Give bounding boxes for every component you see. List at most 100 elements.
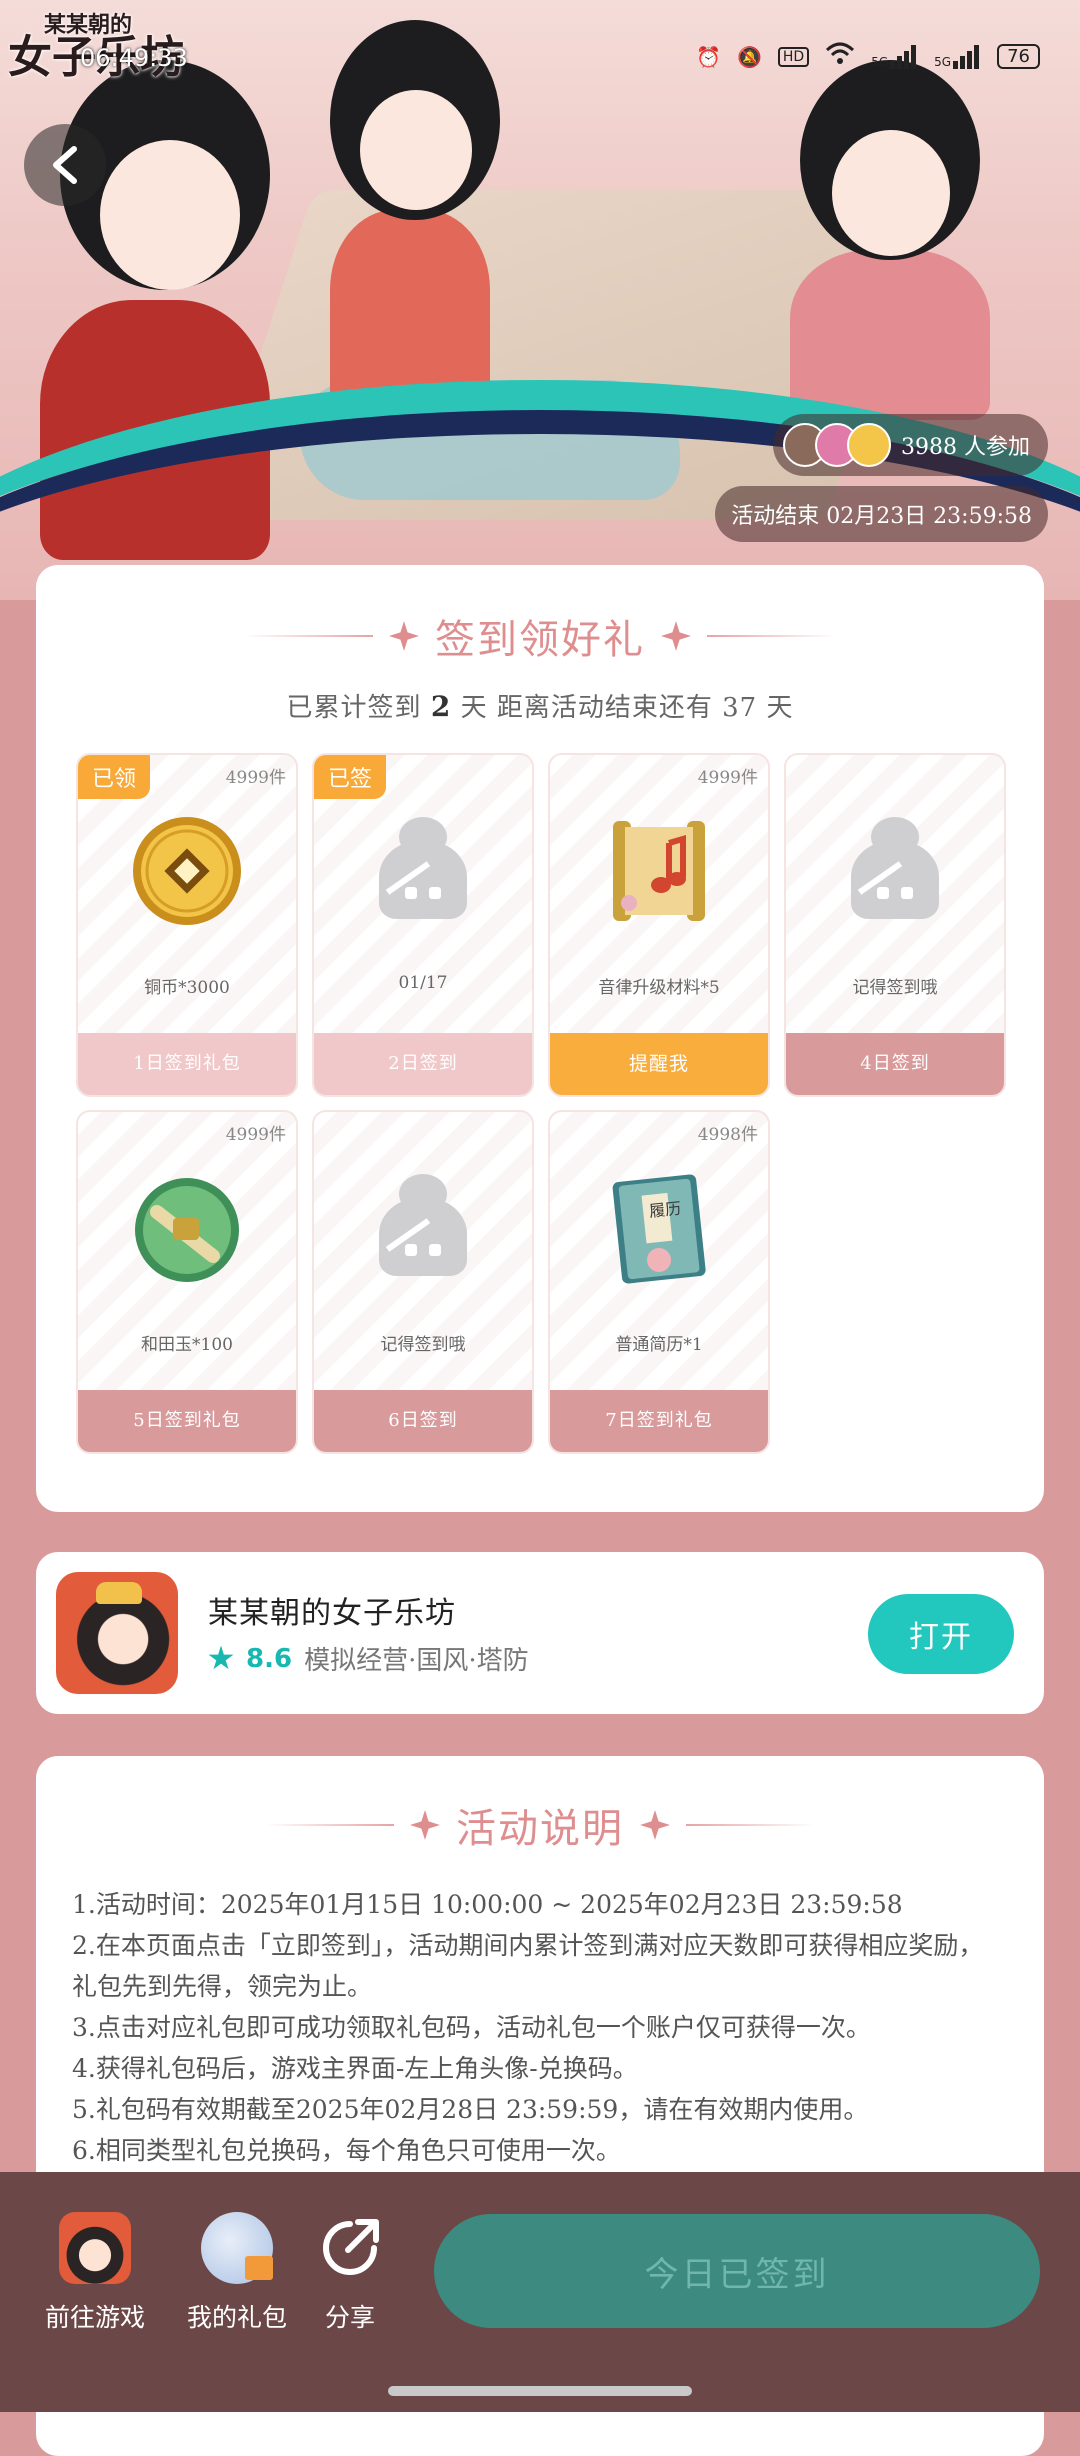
reward-button[interactable]: 5日签到礼包 — [78, 1390, 296, 1452]
open-game-button[interactable]: 打开 — [868, 1594, 1014, 1674]
hero-character-middle — [330, 20, 500, 230]
copper-coin-icon — [127, 811, 247, 931]
reward-name: 铜币*3000 — [144, 978, 230, 998]
rule-item: 3.点击对应礼包即可成功领取礼包码，活动礼包一个账户仅可获得一次。 — [72, 2013, 871, 2042]
reward-name: 01/17 — [398, 973, 448, 993]
mute-icon: 🔕 — [737, 44, 762, 69]
resume-label: 履历 — [648, 1199, 682, 1221]
game-avatar-icon — [59, 2212, 131, 2284]
hero-banner: 某某朝的 女子乐坊 06:49:33 ⏰ 🔕 HD 5G 5G 76 3988 … — [0, 0, 1080, 600]
participants-count: 3988 人参加 — [901, 435, 1030, 460]
game-tags: 模拟经营·国风·塔防 — [304, 1646, 529, 1676]
title-divider-left — [264, 1824, 394, 1826]
placeholder-figure-icon — [363, 1168, 483, 1288]
reward-stock: 4999件 — [225, 768, 286, 788]
music-scroll-icon — [599, 811, 719, 931]
signed-badge: 已签 — [314, 755, 387, 799]
reward-button[interactable]: 2日签到 — [314, 1033, 532, 1095]
signal-5g-icon: 5G — [934, 44, 981, 69]
my-gifts-label: 我的礼包 — [186, 2303, 287, 2332]
description-title: 活动说明 — [456, 1806, 624, 1852]
reward-day-2[interactable]: 已签 01/17 2日签到 — [312, 753, 534, 1097]
battery-indicator: 76 — [997, 44, 1040, 69]
reward-name: 记得签到哦 — [852, 978, 938, 998]
reward-day-3[interactable]: 4999件 音律升级材料*5 提醒我 — [548, 753, 770, 1097]
summary-remaining: 天 距离活动结束还有 37 天 — [460, 693, 794, 723]
reward-stock: 4998件 — [697, 1125, 758, 1145]
hero-character-robe — [330, 210, 490, 410]
signed-today-button[interactable]: 今日已签到 — [434, 2214, 1040, 2328]
rule-item: 5.礼包码有效期截至2025年02月28日 23:59:59，请在有效期内使用。 — [72, 2095, 869, 2124]
my-gifts-tab[interactable]: 我的礼包 — [172, 2212, 302, 2334]
signin-summary: 已累计签到 2 天 距离活动结束还有 37 天 — [36, 687, 1044, 724]
status-time: 06:49:33 — [80, 44, 188, 72]
resume-book-icon: 履历 — [599, 1168, 719, 1288]
hero-character-right — [800, 40, 980, 270]
share-label: 分享 — [324, 2303, 375, 2332]
home-indicator[interactable] — [388, 2386, 692, 2396]
sparkle-icon — [410, 1810, 440, 1840]
game-rating: 8.6 — [246, 1643, 293, 1674]
reward-name: 音律升级材料*5 — [598, 978, 720, 998]
rule-item: 1.活动时间：2025年01月15日 10:00:00 ~ 2025年02月23… — [72, 1890, 903, 1919]
game-app-icon[interactable] — [56, 1572, 178, 1694]
rules-list: 1.活动时间：2025年01月15日 10:00:00 ~ 2025年02月23… — [72, 1884, 1008, 2171]
reward-button[interactable]: 7日签到礼包 — [550, 1390, 768, 1452]
title-divider-right — [686, 1824, 816, 1826]
go-to-game-label: 前往游戏 — [44, 2303, 145, 2332]
game-meta: 8.6 模拟经营·国风·塔防 — [208, 1640, 529, 1677]
rule-item: 2.在本页面点击「立即签到」，活动期间内累计签到满对应天数即可获得相应奖励，礼包… — [72, 1931, 984, 2001]
reward-name: 记得签到哦 — [380, 1335, 466, 1355]
share-tab[interactable]: 分享 — [300, 2212, 400, 2334]
rule-item: 6.相同类型礼包兑换码，每个角色只可使用一次。 — [72, 2136, 621, 2165]
reward-stock: 4999件 — [697, 768, 758, 788]
go-to-game-tab[interactable]: 前往游戏 — [30, 2212, 160, 2334]
signin-title-row: 签到领好礼 — [36, 607, 1044, 665]
jade-icon — [127, 1168, 247, 1288]
sparkle-icon — [640, 1810, 670, 1840]
share-icon — [314, 2212, 386, 2284]
wifi-icon — [825, 42, 855, 71]
signin-card: 签到领好礼 已累计签到 2 天 距离活动结束还有 37 天 已领 4999件 铜… — [36, 565, 1044, 1512]
placeholder-figure-icon — [835, 811, 955, 931]
reward-stock: 4999件 — [225, 1125, 286, 1145]
participant-avatars — [783, 423, 892, 467]
hero-character-robe — [790, 250, 990, 420]
reward-button[interactable]: 6日签到 — [314, 1390, 532, 1452]
gift-icon — [201, 2212, 273, 2284]
sparkle-icon — [661, 621, 691, 651]
rule-item: 4.获得礼包码后，游戏主界面-左上角头像-兑换码。 — [72, 2054, 638, 2083]
description-title-row: 活动说明 — [36, 1796, 1044, 1854]
title-divider-right — [707, 635, 837, 637]
reward-day-6[interactable]: 记得签到哦 6日签到 — [312, 1110, 534, 1454]
reward-day-4[interactable]: 记得签到哦 4日签到 — [784, 753, 1006, 1097]
alarm-icon: ⏰ — [696, 44, 721, 69]
reward-button[interactable]: 4日签到 — [786, 1033, 1004, 1095]
participants-badge: 3988 人参加 — [773, 414, 1048, 476]
placeholder-figure-icon — [363, 811, 483, 931]
reward-name: 普通简历*1 — [615, 1335, 703, 1355]
title-divider-left — [243, 635, 373, 637]
bottom-action-bar: 前往游戏 我的礼包 分享 今日已签到 — [0, 2172, 1080, 2412]
game-name: 某某朝的女子乐坊 — [208, 1596, 456, 1631]
summary-prefix: 已累计签到 — [286, 693, 422, 723]
reward-button[interactable]: 1日签到礼包 — [78, 1033, 296, 1095]
days-signed: 2 — [430, 690, 452, 723]
signin-title: 签到领好礼 — [435, 617, 645, 663]
reward-day-1[interactable]: 已领 4999件 铜币*3000 1日签到礼包 — [76, 753, 298, 1097]
star-icon — [208, 1645, 234, 1670]
claimed-badge: 已领 — [78, 755, 151, 799]
activity-end-badge: 活动结束 02月23日 23:59:58 — [715, 486, 1048, 542]
signal-5g-icon: 5G — [871, 44, 918, 69]
hd-icon: HD — [777, 46, 810, 67]
reward-day-5[interactable]: 4999件 和田玉*100 5日签到礼包 — [76, 1110, 298, 1454]
avatar — [847, 423, 892, 467]
sparkle-icon — [389, 621, 419, 651]
reward-name: 和田玉*100 — [141, 1335, 233, 1355]
chevron-left-icon — [53, 146, 77, 184]
status-bar: ⏰ 🔕 HD 5G 5G 76 — [696, 42, 1040, 71]
game-info-card: 某某朝的女子乐坊 8.6 模拟经营·国风·塔防 打开 — [36, 1552, 1044, 1714]
back-button[interactable] — [24, 124, 106, 206]
reward-day-7[interactable]: 4998件 履历 普通简历*1 7日签到礼包 — [548, 1110, 770, 1454]
remind-me-button[interactable]: 提醒我 — [550, 1033, 768, 1095]
